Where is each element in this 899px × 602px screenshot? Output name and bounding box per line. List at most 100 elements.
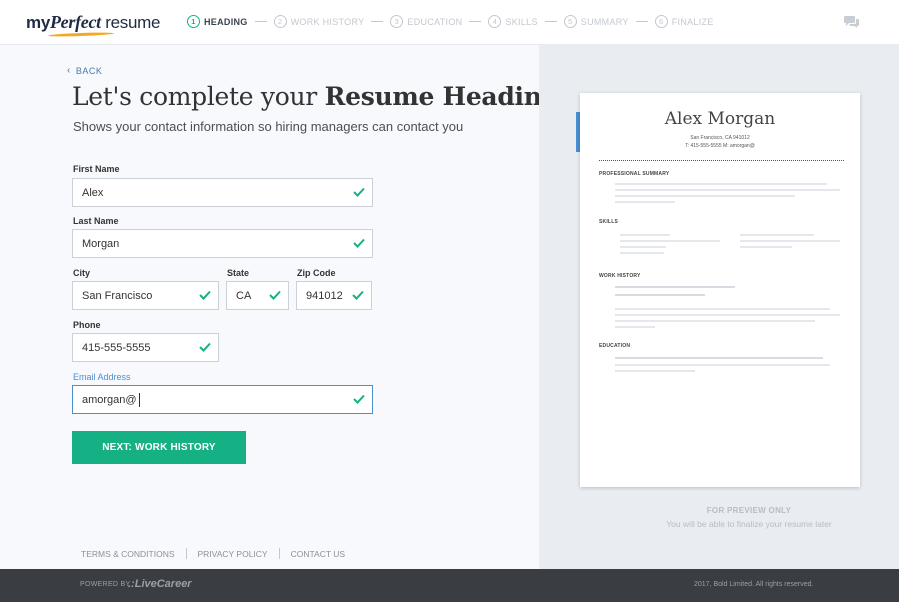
phone-field[interactable]: 415-555-5555 bbox=[72, 333, 219, 362]
city-field[interactable]: San Francisco bbox=[72, 281, 219, 310]
phone-label: Phone bbox=[73, 320, 101, 330]
next-work-history-button[interactable]: NEXT: WORK HISTORY bbox=[72, 431, 246, 464]
check-icon bbox=[269, 290, 281, 300]
resume-preview[interactable]: Alex Morgan San Francisco, CA 941012 T: … bbox=[580, 93, 860, 487]
placeholder-line bbox=[615, 308, 830, 310]
first-name-label: First Name bbox=[73, 164, 120, 174]
text-caret bbox=[138, 392, 140, 407]
last-name-value: Morgan bbox=[82, 237, 120, 250]
email-value-wrap: amorgan@ bbox=[82, 392, 372, 407]
step-label: SUMMARY bbox=[580, 16, 629, 27]
form-panel: ‹ BACK Let's complete your Resume Headin… bbox=[0, 45, 559, 569]
placeholder-line bbox=[620, 246, 666, 248]
footer-divider bbox=[185, 548, 187, 559]
step-work-history[interactable]: 2 WORK HISTORY bbox=[273, 15, 365, 28]
bottom-bar: POWERED BY .:LiveCareer 2017, Bold Limit… bbox=[0, 569, 899, 602]
step-number: 6 bbox=[654, 15, 668, 28]
step-separator bbox=[635, 21, 648, 22]
step-label: WORK HISTORY bbox=[290, 16, 365, 27]
preview-only-label: FOR PREVIEW ONLY bbox=[706, 506, 792, 515]
step-label: EDUCATION bbox=[407, 16, 463, 27]
progress-steps: 1 HEADING 2 WORK HISTORY 3 EDUCATION 4 S… bbox=[187, 15, 714, 28]
placeholder-line bbox=[620, 240, 720, 242]
logo-perfect: Perfect bbox=[49, 12, 101, 32]
placeholder-line bbox=[620, 234, 670, 236]
step-label: SKILLS bbox=[505, 16, 538, 27]
placeholder-line bbox=[615, 195, 795, 197]
resume-section-education: EDUCATION bbox=[599, 343, 631, 349]
placeholder-line bbox=[615, 294, 705, 296]
check-icon bbox=[199, 342, 211, 352]
resume-name: Alex Morgan bbox=[664, 109, 776, 129]
top-header: myPerfect resume 1 HEADING 2 WORK HISTOR… bbox=[0, 0, 899, 45]
city-value: San Francisco bbox=[82, 289, 153, 302]
copyright-text: 2017, Bold Limited. All rights reserved. bbox=[694, 581, 814, 588]
page-title: Let's complete your Resume Heading bbox=[72, 82, 559, 111]
step-finalize[interactable]: 6 FINALIZE bbox=[654, 15, 714, 28]
step-education[interactable]: 3 EDUCATION bbox=[390, 15, 462, 28]
placeholder-line bbox=[615, 314, 840, 316]
city-label: City bbox=[73, 268, 91, 278]
placeholder-line bbox=[740, 234, 814, 236]
last-name-field[interactable]: Morgan bbox=[72, 229, 373, 258]
footer-links: TERMS & CONDITIONS PRIVACY POLICY CONTAC… bbox=[81, 548, 345, 559]
logo[interactable]: myPerfect resume bbox=[26, 12, 161, 38]
contact-link[interactable]: CONTACT US bbox=[291, 549, 345, 559]
step-number: 2 bbox=[273, 15, 287, 28]
check-icon bbox=[353, 394, 365, 404]
step-separator bbox=[254, 21, 267, 22]
check-icon bbox=[353, 187, 365, 197]
step-skills[interactable]: 4 SKILLS bbox=[488, 15, 537, 28]
last-name-label: Last Name bbox=[73, 216, 119, 226]
placeholder-line bbox=[615, 286, 735, 288]
preview-panel: Alex Morgan San Francisco, CA 941012 T: … bbox=[539, 45, 899, 569]
first-name-field[interactable]: Alex bbox=[72, 178, 373, 207]
placeholder-line bbox=[615, 201, 675, 203]
preview-sublabel: You will be able to finalize your resume… bbox=[666, 519, 832, 529]
privacy-link[interactable]: PRIVACY POLICY bbox=[198, 549, 268, 559]
title-prefix: Let's complete your bbox=[72, 82, 325, 111]
livecareer-logo[interactable]: .:LiveCareer bbox=[128, 578, 192, 590]
logo-swoosh bbox=[47, 31, 115, 38]
chat-bubbles-icon[interactable] bbox=[844, 15, 860, 29]
step-summary[interactable]: 5 SUMMARY bbox=[563, 15, 629, 28]
logo-resume: resume bbox=[100, 13, 161, 32]
placeholder-line bbox=[615, 320, 815, 322]
step-number: 3 bbox=[390, 15, 404, 28]
step-number: 4 bbox=[488, 15, 502, 28]
chevron-left-icon: ‹ bbox=[67, 65, 71, 76]
step-separator bbox=[544, 21, 557, 22]
check-icon bbox=[199, 290, 211, 300]
title-bold: Resume Heading bbox=[324, 82, 559, 111]
first-name-value: Alex bbox=[82, 186, 104, 199]
email-value: amorgan@ bbox=[82, 393, 137, 406]
email-field[interactable]: amorgan@ bbox=[72, 385, 373, 414]
back-label: BACK bbox=[75, 65, 103, 76]
resume-section-summary: PROFESSIONAL SUMMARY bbox=[599, 171, 670, 177]
footer-divider bbox=[278, 548, 280, 559]
placeholder-line bbox=[740, 240, 840, 242]
resume-section-work-history: WORK HISTORY bbox=[599, 273, 641, 279]
back-link[interactable]: ‹ BACK bbox=[67, 65, 102, 76]
placeholder-line bbox=[615, 326, 655, 328]
phone-value: 415-555-5555 bbox=[82, 341, 151, 354]
check-icon bbox=[353, 238, 365, 248]
step-number: 5 bbox=[563, 15, 577, 28]
state-field[interactable]: CA bbox=[226, 281, 289, 310]
zip-field[interactable]: 941012 bbox=[296, 281, 372, 310]
placeholder-line bbox=[615, 364, 830, 366]
resume-divider bbox=[599, 160, 844, 161]
step-separator bbox=[371, 21, 384, 22]
step-number: 1 bbox=[187, 15, 200, 28]
placeholder-line bbox=[615, 189, 840, 191]
placeholder-line bbox=[615, 183, 827, 185]
step-heading[interactable]: 1 HEADING bbox=[187, 15, 248, 28]
check-icon bbox=[352, 290, 364, 300]
placeholder-line bbox=[620, 252, 664, 254]
step-label: FINALIZE bbox=[671, 16, 714, 27]
placeholder-line bbox=[740, 246, 792, 248]
resume-city: San Francisco, CA 941012 bbox=[690, 135, 750, 141]
terms-link[interactable]: TERMS & CONDITIONS bbox=[81, 549, 175, 559]
resume-contact: T: 415-555-5555 M: amorgan@ bbox=[685, 143, 755, 149]
resume-section-skills: SKILLS bbox=[599, 219, 618, 225]
